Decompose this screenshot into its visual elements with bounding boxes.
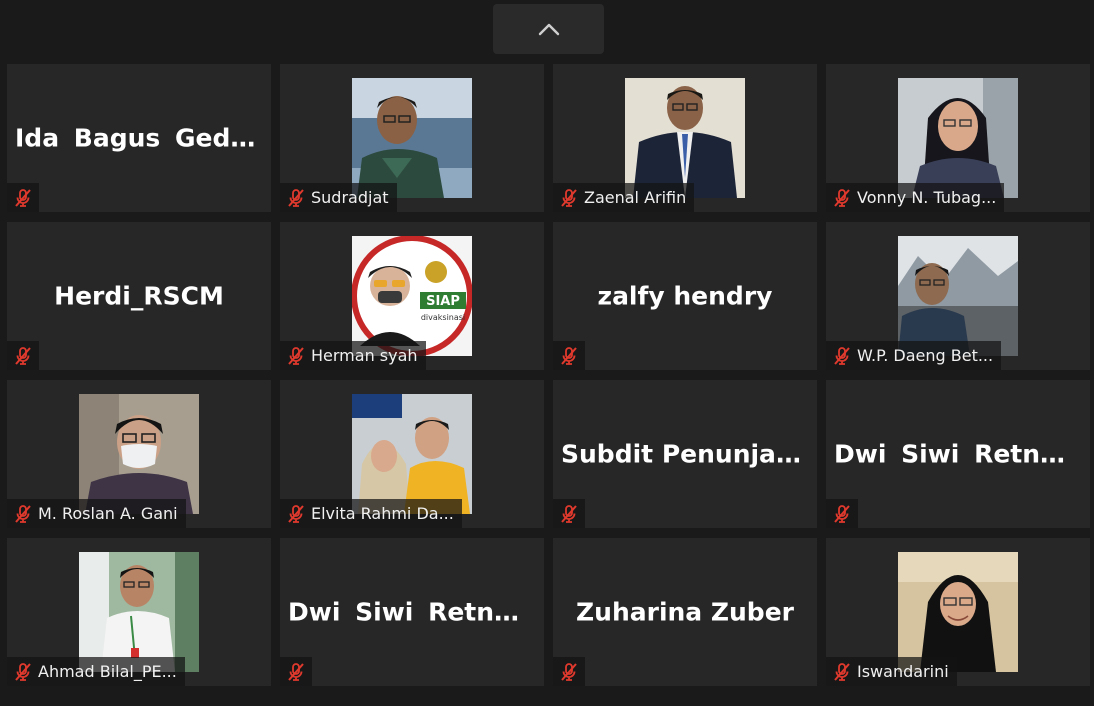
- muted-mic-icon: [15, 346, 31, 365]
- participant-name: W.P. Daeng Bet...: [857, 346, 994, 365]
- muted-mic-icon: [831, 345, 853, 367]
- badge-title: SIAP: [426, 294, 460, 309]
- badge-subtitle: divaksinasi: [421, 313, 465, 322]
- participant-grid: Ida Bagus Gede... Sudradjat Zaenal Arifi…: [7, 64, 1090, 686]
- scroll-up-button[interactable]: [493, 4, 604, 54]
- mute-indicator: [7, 341, 39, 370]
- video-thumbnail: [352, 394, 472, 514]
- participant-label: Vonny N. Tubag...: [826, 183, 1005, 212]
- participant-label: Iswandarini: [826, 657, 957, 686]
- muted-mic-icon: [285, 187, 307, 209]
- mute-indicator: [7, 183, 39, 212]
- participant-video: [352, 394, 472, 514]
- participant-label: Elvita Rahmi Da...: [280, 499, 462, 528]
- participant-label: Ahmad Bilal_PE...: [7, 657, 185, 686]
- muted-mic-icon: [12, 661, 34, 683]
- participant-video: [79, 394, 199, 514]
- participant-tile[interactable]: Dwi Siwi Retno...: [826, 380, 1090, 528]
- participant-name: Elvita Rahmi Da...: [311, 504, 454, 523]
- participant-name-display: Dwi Siwi Retno...: [834, 439, 1086, 469]
- participant-name-display: Zuharina Zuber: [576, 597, 794, 627]
- participant-tile[interactable]: M. Roslan A. Gani: [7, 380, 271, 528]
- video-thumbnail: [898, 236, 1018, 356]
- muted-mic-icon: [288, 662, 304, 681]
- muted-mic-icon: [561, 346, 577, 365]
- muted-mic-icon: [285, 503, 307, 525]
- participant-tile[interactable]: zalfy hendry: [553, 222, 817, 370]
- mute-indicator: [826, 499, 858, 528]
- muted-mic-icon: [834, 504, 850, 523]
- participant-video: [898, 236, 1018, 356]
- participant-tile[interactable]: Ida Bagus Gede...: [7, 64, 271, 212]
- participant-name: Vonny N. Tubag...: [857, 188, 997, 207]
- participant-tile[interactable]: Sudradjat: [280, 64, 544, 212]
- participant-name: M. Roslan A. Gani: [38, 504, 178, 523]
- participant-label: W.P. Daeng Bet...: [826, 341, 1002, 370]
- participant-tile[interactable]: Dwi Siwi Retno...: [280, 538, 544, 686]
- mute-indicator: [553, 341, 585, 370]
- participant-tile[interactable]: Herdi_RSCM: [7, 222, 271, 370]
- participant-tile[interactable]: Subdit Penunjang: [553, 380, 817, 528]
- muted-mic-icon: [558, 187, 580, 209]
- mute-indicator: [280, 657, 312, 686]
- participant-name: Herman syah: [311, 346, 418, 365]
- participant-video: [79, 552, 199, 672]
- muted-mic-icon: [831, 661, 853, 683]
- mute-indicator: [553, 657, 585, 686]
- participant-label: Zaenal Arifin: [553, 183, 695, 212]
- mute-indicator: [553, 499, 585, 528]
- participant-name: Ahmad Bilal_PE...: [38, 662, 177, 681]
- participant-name-display: Dwi Siwi Retno...: [288, 597, 540, 627]
- participant-name-display: Subdit Penunjang: [561, 439, 812, 469]
- participant-tile[interactable]: W.P. Daeng Bet...: [826, 222, 1090, 370]
- muted-mic-icon: [15, 188, 31, 207]
- participant-tile[interactable]: SIAP divaksinasi Herman syah: [280, 222, 544, 370]
- participant-name: Sudradjat: [311, 188, 389, 207]
- participant-name: Iswandarini: [857, 662, 949, 681]
- participant-name: Zaenal Arifin: [584, 188, 687, 207]
- gallery-view: Ida Bagus Gede... Sudradjat Zaenal Arifi…: [0, 0, 1094, 706]
- muted-mic-icon: [561, 504, 577, 523]
- participant-name-display: Ida Bagus Gede...: [15, 123, 271, 153]
- participant-tile[interactable]: Iswandarini: [826, 538, 1090, 686]
- participant-label: M. Roslan A. Gani: [7, 499, 186, 528]
- participant-name-display: Herdi_RSCM: [54, 281, 224, 311]
- video-thumbnail: [898, 552, 1018, 672]
- video-thumbnail: [352, 78, 472, 198]
- muted-mic-icon: [12, 503, 34, 525]
- muted-mic-icon: [561, 662, 577, 681]
- participant-video: [352, 78, 472, 198]
- participant-video: [898, 552, 1018, 672]
- participant-tile[interactable]: Zaenal Arifin: [553, 64, 817, 212]
- video-thumbnail: [79, 394, 199, 514]
- muted-mic-icon: [831, 187, 853, 209]
- video-thumbnail: [898, 78, 1018, 198]
- participant-tile[interactable]: Elvita Rahmi Da...: [280, 380, 544, 528]
- participant-video: [898, 78, 1018, 198]
- participant-name-display: zalfy hendry: [597, 281, 773, 311]
- participant-label: Herman syah: [280, 341, 426, 370]
- video-thumbnail: SIAP divaksinasi: [352, 236, 472, 356]
- muted-mic-icon: [285, 345, 307, 367]
- participant-video: SIAP divaksinasi: [352, 236, 472, 356]
- chevron-up-icon: [538, 23, 559, 36]
- video-thumbnail: [625, 78, 745, 198]
- participant-tile[interactable]: Zuharina Zuber: [553, 538, 817, 686]
- video-thumbnail: [79, 552, 199, 672]
- participant-label: Sudradjat: [280, 183, 397, 212]
- participant-tile[interactable]: Vonny N. Tubag...: [826, 64, 1090, 212]
- participant-video: [625, 78, 745, 198]
- participant-tile[interactable]: Ahmad Bilal_PE...: [7, 538, 271, 686]
